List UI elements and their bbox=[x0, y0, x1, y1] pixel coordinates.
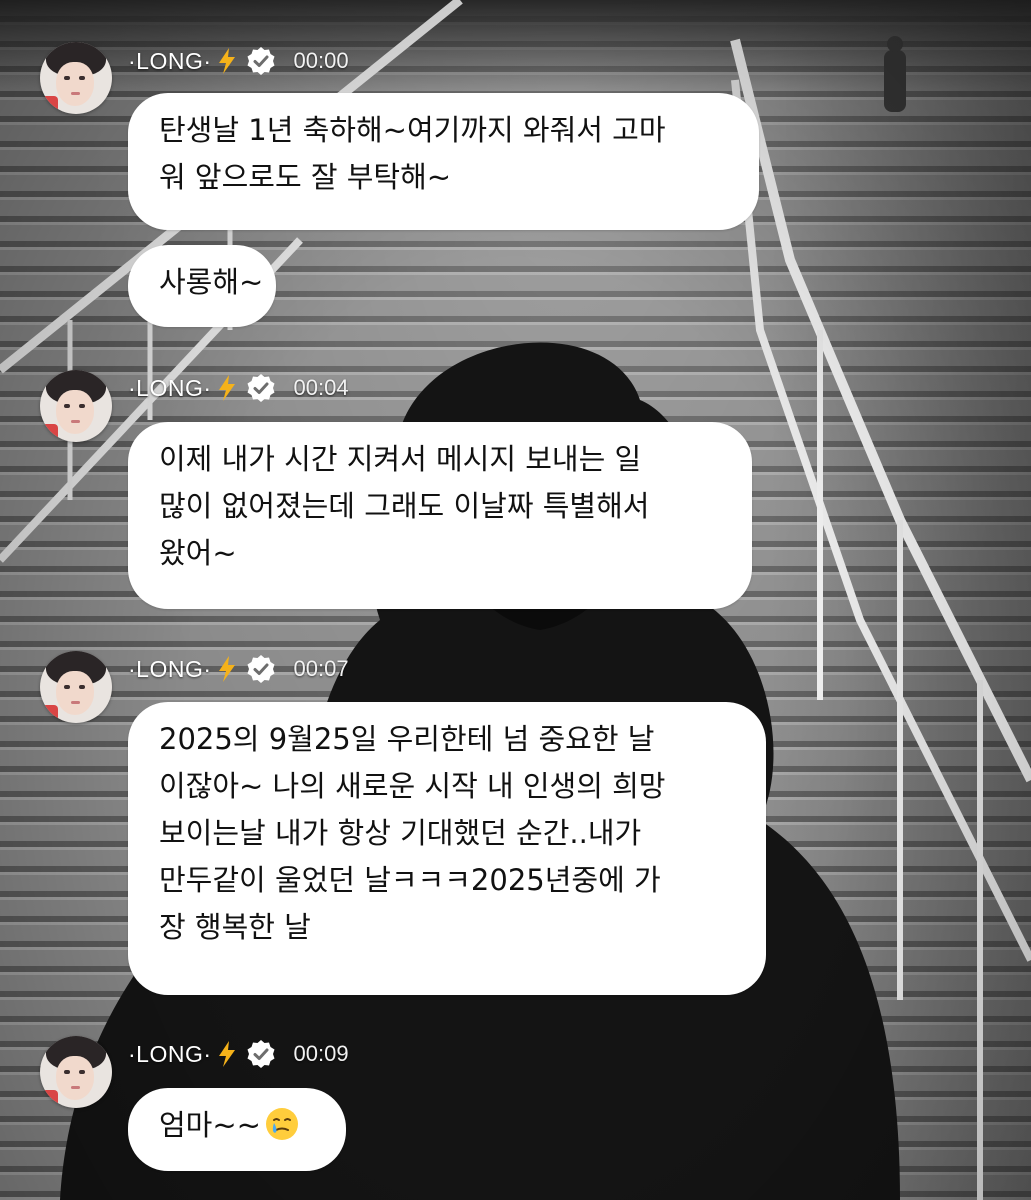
timestamp: 00:07 bbox=[293, 656, 349, 681]
sender-name: ·LONG· bbox=[128, 47, 212, 74]
message-bubble[interactable]: 탄생날 1년 축하해~여기까지 와줘서 고마 워 앞으로도 잘 부탁해~ bbox=[128, 93, 759, 230]
timestamp: 00:09 bbox=[293, 1041, 349, 1066]
lightning-bolt-icon bbox=[218, 375, 235, 401]
timestamp: 00:04 bbox=[293, 375, 349, 400]
message-text: 보이는날 내가 항상 기대했던 순간..내가 bbox=[159, 816, 642, 850]
crying-smile-emoji-icon bbox=[265, 1108, 298, 1140]
sender-name: ·LONG· bbox=[128, 1040, 212, 1067]
message-text: 장 행복한 날 bbox=[159, 910, 311, 944]
message-text: 2025의 9월25일 우리한테 넘 중요한 날 bbox=[159, 722, 655, 756]
verified-badge-icon bbox=[247, 374, 274, 402]
lightning-bolt-icon bbox=[218, 48, 235, 74]
sender-row: ·LONG· 00:09 bbox=[128, 1036, 349, 1072]
sender-name: ·LONG· bbox=[128, 374, 212, 401]
message-text: 엄마~~ bbox=[159, 1108, 261, 1142]
avatar[interactable] bbox=[40, 651, 112, 723]
message-bubble[interactable]: 엄마~~ bbox=[128, 1088, 346, 1171]
avatar[interactable] bbox=[40, 370, 112, 442]
message-text: 만두같이 울었던 날ㅋㅋㅋ2025년중에 가 bbox=[159, 863, 661, 897]
verified-badge-icon bbox=[247, 47, 274, 75]
avatar[interactable] bbox=[40, 42, 112, 114]
timestamp: 00:00 bbox=[293, 48, 349, 73]
sender-name: ·LONG· bbox=[128, 655, 212, 682]
message-bubble[interactable]: 이제 내가 시간 지켜서 메시지 보내는 일 많이 없어졌는데 그래도 이날짜 … bbox=[128, 422, 752, 609]
message-text: 워 앞으로도 잘 부탁해~ bbox=[159, 160, 452, 194]
message-text: 왔어~ bbox=[159, 536, 237, 570]
message-text: 탄생날 1년 축하해~여기까지 와줘서 고마 bbox=[159, 113, 666, 147]
lightning-bolt-icon bbox=[218, 1041, 235, 1067]
message-text: 이제 내가 시간 지켜서 메시지 보내는 일 bbox=[159, 442, 642, 476]
message-bubble[interactable]: 사롱해~ bbox=[128, 245, 276, 327]
verified-badge-icon bbox=[247, 655, 274, 683]
message-text-row: 엄마~~ bbox=[159, 1102, 315, 1149]
verified-badge-icon bbox=[247, 1040, 274, 1068]
message-text: 사롱해~ bbox=[159, 265, 264, 299]
avatar[interactable] bbox=[40, 1036, 112, 1108]
sender-row: ·LONG· 00:04 bbox=[128, 370, 349, 406]
message-text: 많이 없어졌는데 그래도 이날짜 특별해서 bbox=[159, 489, 650, 523]
message-bubble[interactable]: 2025의 9월25일 우리한테 넘 중요한 날 이잖아~ 나의 새로운 시작 … bbox=[128, 702, 766, 995]
sender-row: ·LONG· 00:00 bbox=[128, 43, 349, 79]
message-text: 이잖아~ 나의 새로운 시작 내 인생의 희망 bbox=[159, 769, 666, 803]
chat-thread: ·LONG· 00:00 탄생날 1년 축하해~여기까지 와줘서 고마 워 앞으… bbox=[0, 0, 1031, 1200]
sender-row: ·LONG· 00:07 bbox=[128, 651, 349, 687]
lightning-bolt-icon bbox=[218, 656, 235, 682]
